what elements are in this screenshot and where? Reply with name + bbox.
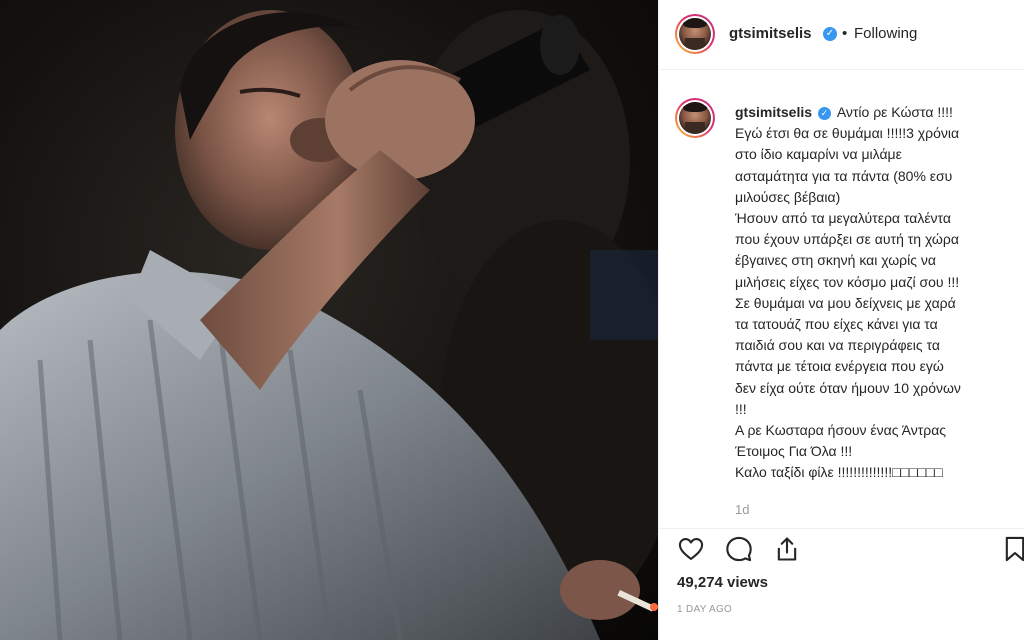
separator-dot: • [842, 25, 848, 42]
caption-line: δεν είχα ούτε όταν ήμουν 10 χρόνων [735, 379, 961, 396]
following-button[interactable]: Following [854, 25, 917, 42]
view-count[interactable]: 49,274 views [677, 574, 768, 591]
avatar[interactable] [675, 14, 715, 54]
caption-avatar[interactable] [675, 98, 715, 138]
caption-line: πάντα με τέτοια ενέργεια που εγώ [735, 358, 944, 375]
caption-text: gtsimitselis ✓ Αντίο ρε Κώστα !!!! Εγώ έ… [735, 102, 1015, 484]
caption-line: Ήσουν από τα μεγαλύτερα ταλέντα [735, 210, 951, 227]
post-timestamp[interactable]: 1 DAY AGO [677, 604, 732, 615]
caption-line: gtsimitselis ✓ Αντίο ρε Κώστα !!!! [735, 102, 1015, 123]
post-header: gtsimitselis ✓ • Following [659, 0, 1024, 70]
comment-button[interactable] [723, 533, 755, 565]
like-button[interactable] [675, 533, 707, 565]
caption-line: στο ίδιο καμαρίνι να μιλάμε [735, 146, 902, 163]
caption-line: έβγαινες στη σκηνή και χωρίς να [735, 252, 936, 269]
video-frame-image [0, 10, 658, 640]
caption-line-text: Αντίο ρε Κώστα !!!! [836, 104, 953, 120]
caption-line: Α ρε Κωσταρα ήσουν ένας Άντρας [735, 422, 947, 439]
caption-line: παιδιά σου και να περιγράφεις τα [735, 337, 940, 354]
caption-line: μιλούσες βέβαια) [735, 188, 841, 205]
save-button[interactable] [999, 533, 1024, 565]
bookmark-icon [1005, 536, 1024, 562]
share-icon [777, 537, 797, 561]
caption-line: Καλο ταξίδι φίλε !!!!!!!!!!!!!!□□□□□□ [735, 464, 943, 481]
caption-username[interactable]: gtsimitselis [735, 104, 812, 120]
verified-icon: ✓ [823, 27, 837, 41]
caption-age[interactable]: 1d [735, 502, 749, 517]
caption-line: που έχουν υπάρξει σε αυτή τη χώρα [735, 231, 959, 248]
share-button[interactable] [771, 533, 803, 565]
post-media[interactable] [0, 0, 658, 640]
caption-line: μιλήσεις είχες τον κόσμο μαζί σου !!! [735, 273, 960, 290]
caption-line: Έτοιμος Για Όλα !!! [735, 443, 853, 460]
caption-line: Σε θυμάμαι να μου δείχνεις με χαρά [735, 294, 956, 311]
verified-icon: ✓ [817, 106, 831, 120]
caption-line: τα τατουάζ που είχες κάνει για τα [735, 316, 938, 333]
caption-line: !!! [735, 400, 747, 417]
post-side-panel: gtsimitselis ✓ • Following gtsimitselis … [658, 0, 1024, 640]
header-username[interactable]: gtsimitselis [729, 25, 812, 42]
caption-line: Εγώ έτσι θα σε θυμάμαι !!!!!3 χρόνια [735, 125, 960, 142]
heart-icon [678, 538, 704, 560]
divider [659, 528, 1024, 529]
caption-line: ασταμάτητα για τα πάντα (80% εσυ [735, 167, 953, 184]
comment-icon [726, 536, 752, 562]
